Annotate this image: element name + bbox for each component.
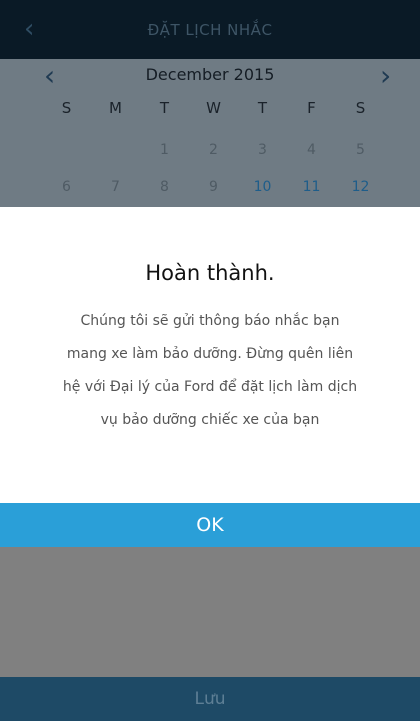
weekday-header: S: [355, 99, 366, 117]
weekday-header: W: [206, 99, 221, 117]
chevron-left-icon[interactable]: ‹: [24, 14, 52, 44]
day-cell[interactable]: 9: [189, 179, 238, 195]
weekday-header: M: [109, 99, 122, 117]
page-title: ĐẶT LỊCH NHẮC: [147, 20, 273, 39]
save-button[interactable]: Lưu: [0, 677, 420, 721]
confirmation-dialog: Hoàn thành. Chúng tôi sẽ gửi thông báo n…: [0, 207, 420, 547]
day-cell[interactable]: 5: [336, 142, 385, 158]
ok-button[interactable]: OK: [0, 503, 420, 547]
chevron-right-icon[interactable]: ›: [380, 61, 391, 91]
reminder-screen: ‹ ĐẶT LỊCH NHẮC ‹ December 2015 › S M T …: [0, 0, 420, 721]
calendar: ‹ December 2015 › S M T W T F S 1 2 3 4 …: [0, 59, 420, 207]
day-cell[interactable]: 7: [91, 179, 140, 195]
week-row: 6 7 8 9 10 11 12: [42, 179, 386, 195]
top-bar: ‹ ĐẶT LỊCH NHẮC: [0, 0, 420, 59]
weekday-headers: S M T W T F S: [42, 99, 386, 117]
day-cell[interactable]: 12: [336, 179, 385, 195]
day-cell[interactable]: 4: [287, 142, 336, 158]
dialog-title: Hoàn thành.: [145, 261, 275, 285]
day-cell[interactable]: 11: [287, 179, 336, 195]
day-cell[interactable]: [91, 142, 140, 158]
day-cell[interactable]: 8: [140, 179, 189, 195]
weekday-header: T: [159, 99, 170, 117]
week-row: 1 2 3 4 5: [42, 142, 386, 158]
day-cell[interactable]: 10: [238, 179, 287, 195]
day-cell[interactable]: [42, 142, 91, 158]
day-cell[interactable]: 6: [42, 179, 91, 195]
day-cell[interactable]: 2: [189, 142, 238, 158]
weekday-header: S: [61, 99, 72, 117]
dialog-message: Chúng tôi sẽ gửi thông báo nhắc bạn mang…: [62, 313, 358, 428]
weekday-header: F: [307, 99, 316, 117]
month-label: December 2015: [145, 65, 275, 84]
weekday-header: T: [257, 99, 268, 117]
day-cell[interactable]: 1: [140, 142, 189, 158]
month-row: ‹ December 2015 ›: [0, 59, 420, 93]
day-cell[interactable]: 3: [238, 142, 287, 158]
